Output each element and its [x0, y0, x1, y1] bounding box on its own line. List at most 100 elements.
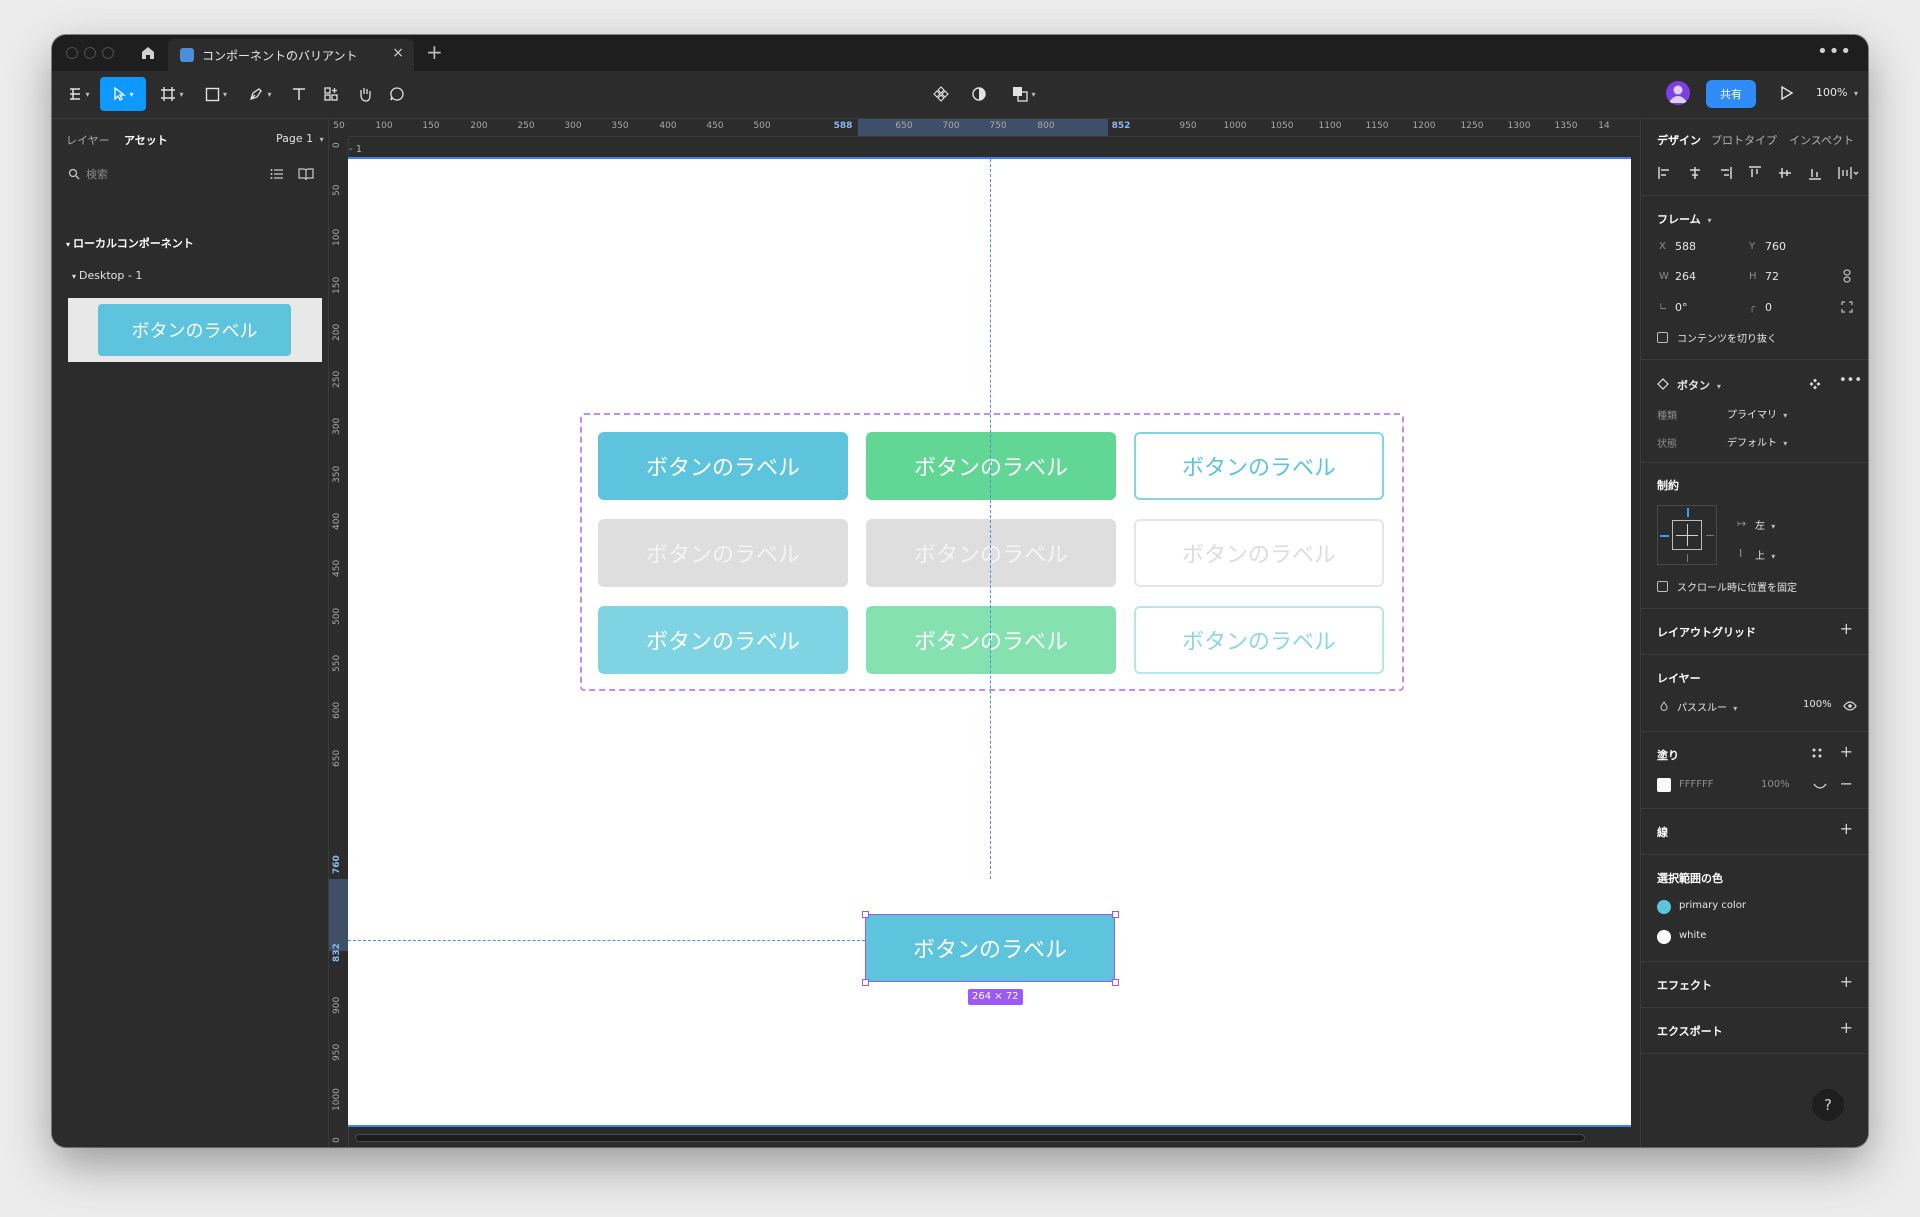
- boolean-button[interactable]: ▾: [1006, 77, 1042, 111]
- more-icon[interactable]: •••: [1817, 41, 1852, 62]
- component-more-icon[interactable]: •••: [1839, 373, 1862, 388]
- close-window-button[interactable]: [66, 47, 78, 59]
- fill-hex-input[interactable]: FFFFFF: [1679, 779, 1714, 790]
- component-name[interactable]: ボタン ▾: [1677, 377, 1721, 393]
- frame-group[interactable]: ▾ Desktop - 1: [66, 269, 142, 282]
- zoom-dropdown[interactable]: 100% ▾: [1816, 86, 1858, 99]
- independent-corners-icon[interactable]: [1841, 301, 1853, 313]
- align-center-h-icon[interactable]: [1687, 165, 1703, 181]
- variant-outline-hover[interactable]: ボタンのラベル: [1134, 606, 1384, 674]
- blend-mode-select[interactable]: パススルー ▾: [1677, 699, 1737, 714]
- maximize-window-button[interactable]: [102, 47, 114, 59]
- style-grid-icon[interactable]: [1811, 747, 1823, 759]
- resize-handle-top-left[interactable]: [862, 911, 869, 918]
- help-button[interactable]: ?: [1812, 1089, 1844, 1121]
- white-color-name[interactable]: white: [1679, 930, 1706, 941]
- fix-scroll-checkbox[interactable]: [1657, 581, 1668, 592]
- y-input[interactable]: 760: [1765, 240, 1786, 253]
- variant-primary-default[interactable]: ボタンのラベル: [598, 432, 848, 500]
- white-color-swatch[interactable]: [1657, 930, 1671, 944]
- fill-opacity-input[interactable]: 100%: [1761, 779, 1790, 790]
- align-left-icon[interactable]: [1657, 165, 1673, 181]
- x-input[interactable]: 588: [1675, 240, 1696, 253]
- move-tool-button[interactable]: ▾: [100, 77, 146, 111]
- library-icon[interactable]: [298, 167, 314, 181]
- resources-button[interactable]: [318, 77, 344, 111]
- tab-layers[interactable]: レイヤー: [66, 132, 110, 148]
- variant-outline-disabled[interactable]: ボタンのラベル: [1134, 519, 1384, 587]
- add-layout-grid-icon[interactable]: +: [1840, 619, 1853, 638]
- tab-design[interactable]: デザイン: [1657, 132, 1701, 148]
- distribute-icon[interactable]: [1837, 165, 1859, 181]
- close-tab-icon[interactable]: ×: [392, 45, 404, 61]
- vertical-constraint-select[interactable]: 上 ▾: [1755, 547, 1775, 562]
- resize-handle-bottom-right[interactable]: [1112, 979, 1119, 986]
- pen-tool-button[interactable]: ▾: [242, 77, 278, 111]
- variant-state-select[interactable]: デフォルト ▾: [1727, 434, 1787, 449]
- new-tab-button[interactable]: +: [426, 40, 443, 64]
- fill-color-swatch[interactable]: [1657, 778, 1671, 792]
- contrast-button[interactable]: [966, 77, 992, 111]
- frame-tool-button[interactable]: ▾: [154, 77, 190, 111]
- remove-fill-icon[interactable]: −: [1840, 774, 1853, 793]
- align-top-icon[interactable]: [1747, 165, 1763, 181]
- tab-assets[interactable]: アセット: [124, 132, 168, 148]
- minimize-window-button[interactable]: [84, 47, 96, 59]
- main-menu-button[interactable]: ▾: [62, 77, 96, 111]
- text-tool-button[interactable]: [286, 77, 312, 111]
- frame-section-title[interactable]: フレーム ▾: [1657, 211, 1712, 227]
- constraint-bottom[interactable]: [1687, 554, 1688, 562]
- variant-outline-default[interactable]: ボタンのラベル: [1134, 432, 1384, 500]
- eye-hidden-icon[interactable]: [1813, 781, 1827, 791]
- hand-tool-button[interactable]: [352, 77, 378, 111]
- file-tab[interactable]: コンポーネントのバリアント ×: [168, 39, 414, 71]
- share-button[interactable]: 共有: [1706, 80, 1756, 108]
- horizontal-scrollbar[interactable]: [355, 1134, 1585, 1142]
- eye-icon[interactable]: [1843, 701, 1857, 711]
- add-export-icon[interactable]: +: [1840, 1018, 1853, 1037]
- tab-prototype[interactable]: プロトタイプ: [1711, 132, 1777, 148]
- horizontal-constraint-select[interactable]: 左 ▾: [1755, 517, 1775, 532]
- w-input[interactable]: 264: [1675, 270, 1696, 283]
- variant-primary-hover[interactable]: ボタンのラベル: [598, 606, 848, 674]
- h-input[interactable]: 72: [1765, 270, 1779, 283]
- component-button[interactable]: [928, 77, 954, 111]
- add-effect-icon[interactable]: +: [1840, 972, 1853, 991]
- tab-inspect[interactable]: インスペクト: [1789, 132, 1854, 148]
- resize-handle-bottom-left[interactable]: [862, 979, 869, 986]
- component-set[interactable]: ボタンのラベル ボタンのラベル ボタンのラベル ボタンのラベル ボタンのラベル …: [580, 413, 1404, 691]
- constraint-right[interactable]: [1706, 535, 1714, 536]
- corner-radius-input[interactable]: 0: [1765, 301, 1772, 314]
- page-selector[interactable]: Page 1 ▾: [276, 132, 324, 145]
- add-fill-icon[interactable]: +: [1840, 742, 1853, 761]
- list-view-icon[interactable]: [270, 167, 284, 181]
- clip-content-checkbox[interactable]: [1657, 332, 1668, 343]
- variant-primary-disabled[interactable]: ボタンのラベル: [598, 519, 848, 587]
- selected-instance-button[interactable]: ボタンのラベル: [865, 914, 1115, 982]
- variant-type-select[interactable]: プライマリ ▾: [1727, 406, 1787, 421]
- asset-search-input[interactable]: 検索: [66, 163, 316, 187]
- constraint-left-active[interactable]: [1660, 535, 1669, 537]
- variant-secondary-default[interactable]: ボタンのラベル: [866, 432, 1116, 500]
- align-right-icon[interactable]: [1717, 165, 1733, 181]
- constrain-proportions-icon[interactable]: [1841, 269, 1853, 283]
- primary-color-name[interactable]: primary color: [1679, 900, 1746, 911]
- variant-secondary-hover[interactable]: ボタンのラベル: [866, 606, 1116, 674]
- rotation-input[interactable]: 0°: [1675, 301, 1688, 314]
- comment-tool-button[interactable]: [384, 77, 410, 111]
- resize-handle-top-right[interactable]: [1112, 911, 1119, 918]
- constraints-widget[interactable]: [1657, 505, 1717, 565]
- home-icon[interactable]: [138, 43, 158, 63]
- layer-opacity-input[interactable]: 100%: [1803, 699, 1832, 710]
- shape-tool-button[interactable]: ▾: [198, 77, 234, 111]
- add-stroke-icon[interactable]: +: [1840, 819, 1853, 838]
- component-thumbnail[interactable]: ボタンのラベル: [68, 298, 322, 362]
- avatar[interactable]: [1666, 81, 1690, 105]
- go-to-main-component-icon[interactable]: [1809, 378, 1821, 390]
- design-canvas[interactable]: ボタンのラベル ボタンのラベル ボタンのラベル ボタンのラベル ボタンのラベル …: [348, 157, 1631, 1127]
- local-components-section[interactable]: ▾ ローカルコンポーネント: [66, 235, 194, 251]
- frame-name-label[interactable]: - 1: [349, 144, 362, 155]
- constraint-top-active[interactable]: [1687, 508, 1689, 517]
- variant-secondary-disabled[interactable]: ボタンのラベル: [866, 519, 1116, 587]
- align-bottom-icon[interactable]: [1807, 165, 1823, 181]
